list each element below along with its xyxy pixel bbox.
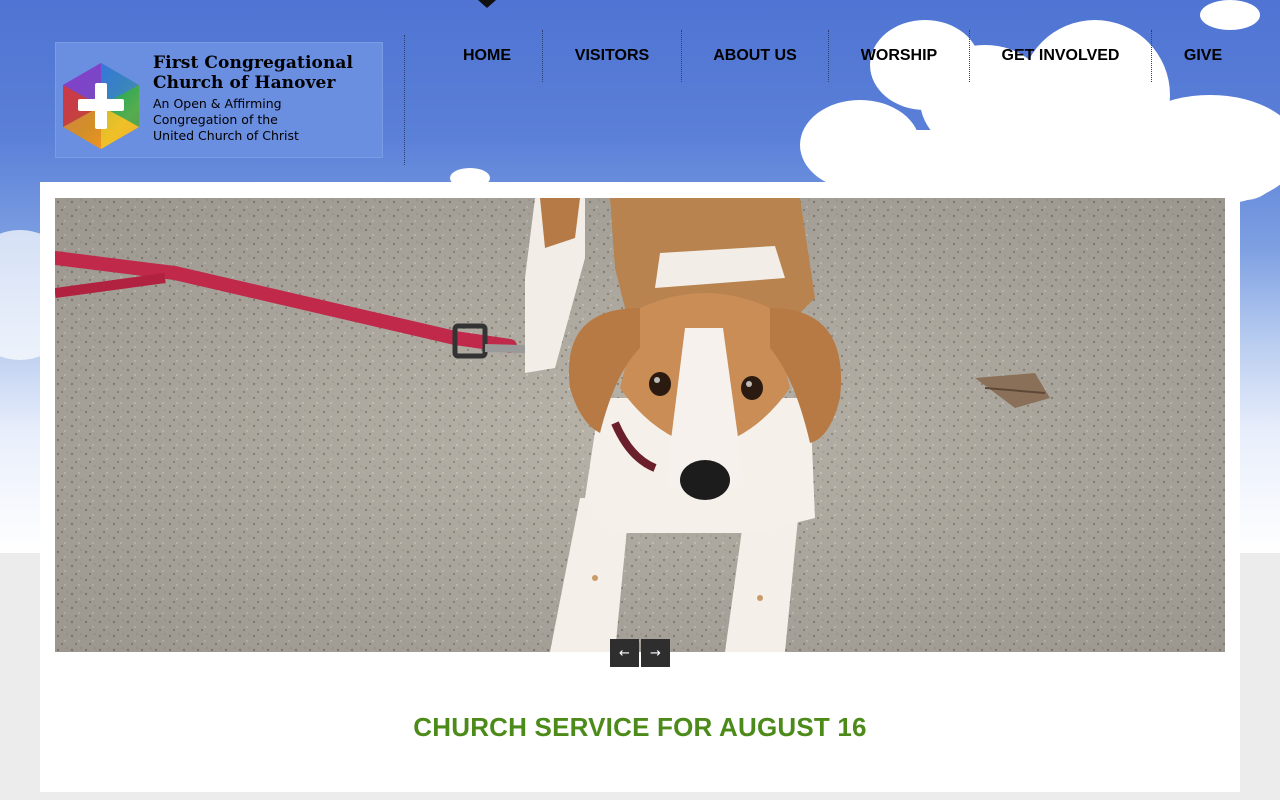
slider-image[interactable] (55, 198, 1225, 652)
slider-next-button[interactable]: → (641, 639, 670, 667)
slider-prev-button[interactable]: ← (610, 639, 639, 667)
nav-item-visitors[interactable]: VISITORS (543, 30, 682, 82)
post-title[interactable]: CHURCH SERVICE FOR AUGUST 16 (40, 712, 1240, 743)
dog-photo (55, 198, 1225, 652)
main-content: ← → CHURCH SERVICE FOR AUGUST 16 (40, 182, 1240, 792)
logo-subtitle-line-3: United Church of Christ (153, 128, 299, 143)
logo-title-line-2: Church of Hanover (153, 73, 336, 93)
logo-title-line-1: First Congregational (153, 53, 354, 73)
site-logo[interactable]: First Congregational Church of Hanover A… (55, 42, 383, 158)
logo-subtitle-line-2: Congregation of the (153, 112, 278, 127)
header-divider (404, 35, 405, 165)
active-nav-indicator (478, 0, 496, 8)
nav-item-give[interactable]: GIVE (1152, 30, 1254, 82)
ucc-cross-logo-icon (63, 63, 139, 149)
nav-item-get-involved[interactable]: GET INVOLVED (970, 30, 1152, 82)
main-nav: HOME VISITORS ABOUT US WORSHIP GET INVOL… (432, 30, 1254, 82)
slider-controls: ← → (610, 639, 670, 667)
nav-item-about-us[interactable]: ABOUT US (682, 30, 829, 82)
nav-item-home[interactable]: HOME (432, 30, 543, 82)
logo-subtitle-line-1: An Open & Affirming (153, 96, 282, 111)
nav-item-worship[interactable]: WORSHIP (829, 30, 970, 82)
